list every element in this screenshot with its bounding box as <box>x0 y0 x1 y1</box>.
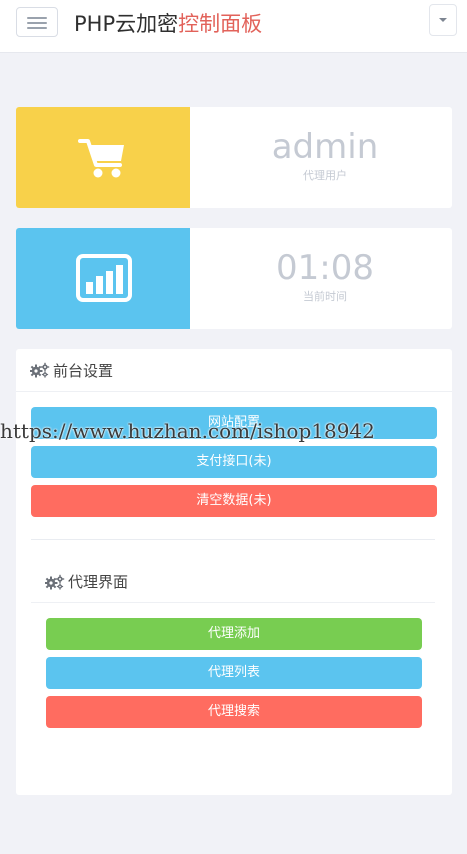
agent-search-button[interactable]: 代理搜索 <box>46 696 422 728</box>
watermark-url: https://www.huzhan.com/ishop18942 <box>0 419 375 443</box>
dropdown-toggle-button[interactable] <box>429 4 457 36</box>
stat-icon-box-user <box>16 107 190 208</box>
agent-panel-title: 代理界面 <box>68 573 129 591</box>
chevron-down-icon <box>439 18 447 22</box>
app-title-main: PHP云加密 <box>74 12 179 36</box>
gear-icon <box>45 574 65 590</box>
stat-value-user: admin <box>271 127 379 167</box>
stat-icon-box-time <box>16 228 190 329</box>
gear-icon <box>30 362 50 378</box>
stat-card-time: 01:08 当前时间 <box>16 228 452 329</box>
app-title: PHP云加密控制面板 <box>74 11 262 37</box>
stat-value-time: 01:08 <box>276 248 374 288</box>
stat-label-time: 当前时间 <box>303 290 347 303</box>
section-divider <box>31 539 435 540</box>
payment-api-button[interactable]: 支付接口(未) <box>31 446 437 478</box>
front-settings-header: 前台设置 <box>16 349 452 392</box>
menu-toggle-button[interactable] <box>16 7 58 37</box>
agent-panel-header: 代理界面 <box>31 562 435 603</box>
stat-card-user: admin 代理用户 <box>16 107 452 208</box>
cart-icon <box>78 139 124 178</box>
agent-add-button[interactable]: 代理添加 <box>46 618 422 650</box>
settings-panel: 前台设置 网站配置 支付接口(未) 清空数据(未) 代理界面 代理添加 代理列表… <box>16 349 452 795</box>
top-bar: PHP云加密控制面板 <box>0 0 467 53</box>
agent-list-button[interactable]: 代理列表 <box>46 657 422 689</box>
bar-chart-icon <box>76 254 132 302</box>
stat-label-user: 代理用户 <box>303 169 347 182</box>
clear-data-button[interactable]: 清空数据(未) <box>31 485 437 517</box>
front-settings-title: 前台设置 <box>53 362 114 380</box>
app-title-accent: 控制面板 <box>178 12 263 36</box>
